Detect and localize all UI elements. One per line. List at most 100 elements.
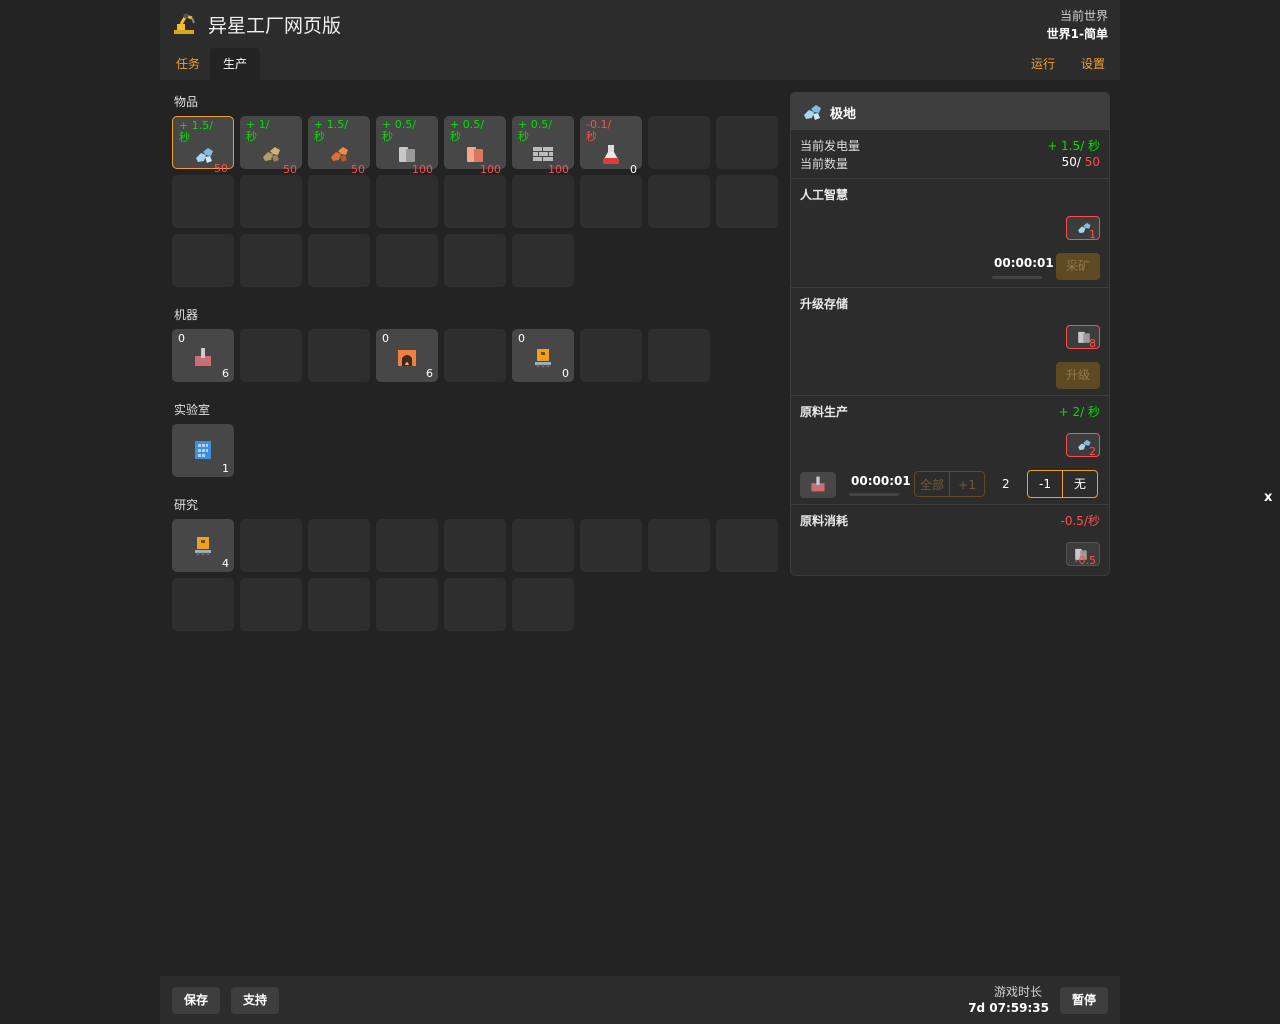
ai-requirement: 1: [1066, 216, 1100, 241]
mining-drill-icon: [811, 476, 825, 492]
item-slot-copper-ore[interactable]: + 1.5/ 秒 50: [308, 116, 370, 176]
divider: [791, 287, 1109, 288]
item-rate: + 1.5/ 秒: [179, 119, 213, 144]
consume-rate: -0.5/秒: [1060, 514, 1100, 528]
item-rate: -0.1/ 秒: [586, 118, 612, 143]
empty-item-slot: [308, 234, 370, 287]
produce-timer: 00:00:01: [851, 474, 911, 488]
empty-item-slot: [444, 234, 506, 287]
machine-slot-mining-drill[interactable]: 0 6: [172, 329, 234, 382]
mine-button[interactable]: 采矿: [1056, 253, 1100, 280]
produce-requirement: 2: [1066, 433, 1100, 458]
factory-robot-logo-icon: [174, 13, 195, 34]
ice-ore-icon: [804, 105, 821, 120]
empty-item-slot: [376, 175, 438, 228]
item-slot-science-flask[interactable]: -0.1/ 秒 0: [580, 116, 642, 176]
item-slot-stone[interactable]: + 1/ 秒 50: [240, 116, 302, 176]
support-button[interactable]: 支持: [231, 987, 280, 1014]
assembler-icon: [195, 537, 211, 556]
remove-one-button[interactable]: -1: [1027, 470, 1063, 498]
empty-research-slot: [308, 519, 370, 572]
item-rate: + 0.5/ 秒: [518, 118, 552, 143]
divider: [791, 504, 1109, 505]
produce-machine-button[interactable]: [800, 472, 836, 498]
empty-machine-slot: [308, 329, 370, 382]
science-flask-icon: [603, 145, 619, 164]
item-slot-stone-brick[interactable]: + 0.5/ 秒 100: [512, 116, 574, 176]
empty-item-slot: [240, 175, 302, 228]
empty-item-slot: [240, 234, 302, 287]
tab-mission[interactable]: 任务: [170, 48, 206, 80]
empty-research-slot: [240, 519, 302, 572]
machine-total-count: 0: [562, 367, 569, 380]
empty-research-slot: [512, 578, 574, 631]
app-title: 异星工厂网页版: [208, 15, 342, 37]
research-section-title: 研究: [174, 498, 199, 512]
item-capacity: 50: [214, 162, 228, 175]
empty-research-slot: [716, 519, 778, 572]
power-value: + 1.5/ 秒: [1047, 139, 1100, 153]
assembler-icon: [535, 349, 551, 368]
empty-item-slot: [512, 234, 574, 287]
tab-production[interactable]: 生产: [210, 48, 260, 80]
items-grid: + 1.5/ 秒 50 + 1/ 秒 50 + 1.5/ 秒 50 + 0.5/…: [172, 116, 778, 287]
close-button[interactable]: x: [1264, 490, 1272, 505]
research-slot-assembler[interactable]: 4: [172, 519, 234, 572]
game-time-label: 游戏时长: [993, 985, 1042, 999]
item-slot-iron-plate[interactable]: + 0.5/ 秒 100: [376, 116, 438, 176]
game-time-value: 7d 07:59:35: [968, 1001, 1049, 1015]
item-slot-ice[interactable]: + 1.5/ 秒 50: [172, 116, 234, 175]
item-rate: + 1/ 秒: [246, 118, 270, 143]
lab-section-title: 实验室: [174, 403, 211, 417]
panel-title: 极地: [830, 107, 857, 122]
consume-section-title: 原料消耗: [800, 514, 849, 528]
save-button[interactable]: 保存: [172, 987, 221, 1014]
ai-requirement-count: 1: [1089, 228, 1096, 241]
empty-machine-slot: [580, 329, 642, 382]
amount-label: 当前数量: [800, 157, 849, 171]
current-world-value: 世界1-简单: [1046, 27, 1108, 41]
item-rate: + 1.5/ 秒: [314, 118, 348, 143]
copper-plate-icon: [467, 147, 483, 162]
empty-machine-slot: [444, 329, 506, 382]
stone-brick-icon: [533, 147, 553, 161]
machine-slot-assembler[interactable]: 0 0: [512, 329, 574, 382]
empty-research-slot: [172, 578, 234, 631]
machine-slot-furnace[interactable]: 0 6: [376, 329, 438, 382]
empty-item-slot: [716, 116, 778, 169]
item-rate: + 0.5/ 秒: [382, 118, 416, 143]
stone-ore-icon: [263, 147, 280, 162]
resource-detail-panel: 极地 当前发电量 + 1.5/ 秒 当前数量 50/ 50 人工智慧 1 00:…: [790, 92, 1110, 576]
empty-research-slot: [512, 519, 574, 572]
tab-settings[interactable]: 设置: [1076, 48, 1110, 80]
remove-none-button[interactable]: 无: [1062, 470, 1098, 498]
empty-item-slot: [648, 175, 710, 228]
storage-section-title: 升级存储: [800, 297, 849, 311]
tab-run[interactable]: 运行: [1026, 48, 1060, 80]
iron-plate-icon: [399, 147, 415, 162]
empty-item-slot: [444, 175, 506, 228]
item-slot-copper-plate[interactable]: + 0.5/ 秒 100: [444, 116, 506, 176]
divider: [791, 178, 1109, 179]
lab-slot[interactable]: 1: [172, 424, 234, 477]
power-label: 当前发电量: [800, 139, 861, 153]
panel-header: 极地: [791, 93, 1109, 130]
upgrade-button[interactable]: 升级: [1056, 362, 1100, 389]
empty-item-slot: [172, 234, 234, 287]
add-one-button[interactable]: +1: [949, 471, 985, 497]
pause-button[interactable]: 暂停: [1059, 987, 1108, 1014]
empty-research-slot: [308, 578, 370, 631]
produce-machine-count: 2: [1002, 477, 1010, 491]
empty-item-slot: [648, 116, 710, 169]
amount-current: 50/: [1061, 155, 1081, 169]
empty-machine-slot: [648, 329, 710, 382]
ai-progress-bar: [992, 276, 1042, 279]
add-all-button[interactable]: 全部: [914, 471, 950, 497]
amount-max: 50: [1084, 155, 1100, 169]
consume-requirement: -0.5: [1066, 542, 1100, 567]
machine-active-count: 0: [518, 332, 525, 345]
machine-total-count: 6: [426, 367, 433, 380]
items-section-title: 物品: [174, 95, 199, 109]
ai-section-title: 人工智慧: [800, 188, 849, 202]
storage-requirement-count: 8: [1089, 337, 1096, 350]
